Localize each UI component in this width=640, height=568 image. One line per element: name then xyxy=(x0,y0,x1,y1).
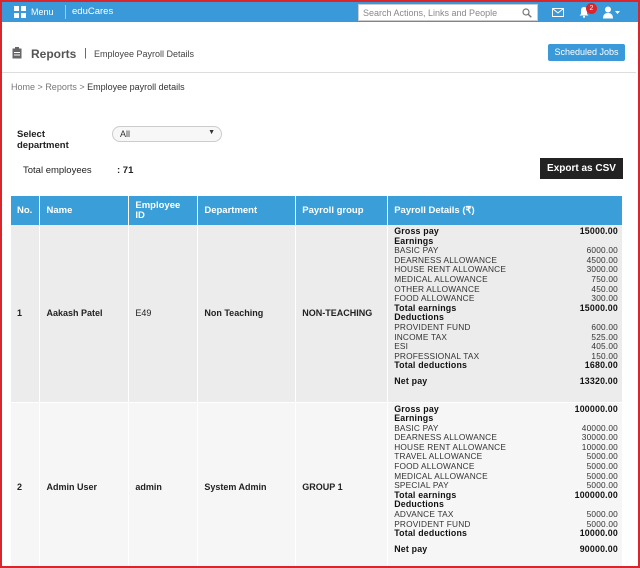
col-header-department[interactable]: Department xyxy=(197,196,297,225)
payroll-line-label: Total deductions xyxy=(394,360,468,371)
payroll-line-value: 13320.00 xyxy=(579,375,618,386)
cell-payroll-group: NON-TEACHING xyxy=(295,225,389,403)
col-header-name[interactable]: Name xyxy=(39,196,130,225)
title-separator: | xyxy=(84,47,87,59)
export-csv-button[interactable]: Export as CSV xyxy=(540,158,623,179)
label-line: Select xyxy=(17,129,45,140)
cell-employee-id: E49 xyxy=(128,225,199,403)
mail-icon[interactable] xyxy=(552,8,564,17)
payroll-line: Total deductions 1680.00 xyxy=(394,361,618,371)
payroll-line-label: Total deductions xyxy=(394,528,468,539)
cell-payroll-group: GROUP 1 xyxy=(295,402,389,568)
cell-payroll-details: Gross pay 15000.00 Earnings BASIC PAY 6000.0… xyxy=(387,225,623,403)
clipboard-icon xyxy=(12,47,22,59)
table-row: 1 Aakash Patel E49 Non Teaching NON-TEAC… xyxy=(11,225,623,403)
payroll-line-value: 100000.00 xyxy=(574,489,618,500)
breadcrumb-reports[interactable]: Reports xyxy=(45,82,77,92)
cell-name: Aakash Patel xyxy=(39,225,130,403)
brand-link[interactable]: eduCares xyxy=(72,6,113,17)
navbar-divider xyxy=(65,5,66,19)
breadcrumb-separator: > xyxy=(79,82,85,92)
department-select[interactable]: All ▼ xyxy=(112,126,222,142)
col-header-employee-id[interactable]: Employee ID xyxy=(128,196,199,225)
search-icon[interactable] xyxy=(522,8,532,18)
top-navbar: Menu eduCares Search Actions, Links and … xyxy=(2,2,638,22)
page-title: Reports xyxy=(31,47,77,61)
payroll-line: Net pay 90000.00 xyxy=(394,543,618,555)
payroll-line-value: 15000.00 xyxy=(579,226,618,236)
breadcrumb: Home > Reports > Employee payroll detail… xyxy=(11,82,185,92)
payroll-line-label: Net pay xyxy=(394,375,428,386)
header-line: ID xyxy=(135,209,145,221)
cell-name: Admin User xyxy=(39,402,130,568)
menu-label: Menu xyxy=(31,7,54,17)
payroll-line-value: 15000.00 xyxy=(579,302,618,313)
grid-icon xyxy=(14,6,26,18)
payroll-line-value: 90000.00 xyxy=(579,543,618,554)
cell-department: System Admin xyxy=(197,402,297,568)
payroll-line-label: Net pay xyxy=(394,543,428,554)
department-selected-value: All xyxy=(120,129,131,139)
label-line: department xyxy=(17,140,69,151)
caret-down-icon: ▼ xyxy=(208,129,215,136)
cell-employee-id: admin xyxy=(128,402,199,568)
department-filter-label: Select department xyxy=(17,129,69,151)
breadcrumb-current: Employee payroll details xyxy=(87,82,185,92)
scheduled-jobs-button[interactable]: Scheduled Jobs xyxy=(548,44,625,61)
col-header-payroll-details[interactable]: Payroll Details (₹) xyxy=(387,196,623,225)
header-divider xyxy=(2,72,636,73)
payroll-line: INCOME TAX 525.00 xyxy=(394,332,618,343)
payroll-line-value: 100000.00 xyxy=(574,403,618,414)
breadcrumb-home[interactable]: Home xyxy=(11,82,35,92)
payroll-table: No. Name Employee ID Department Payroll g… xyxy=(11,196,623,568)
page-subtitle: Employee Payroll Details xyxy=(94,49,195,59)
col-header-payroll-group[interactable]: Payroll group xyxy=(295,196,389,225)
col-header-no[interactable]: No. xyxy=(11,196,41,225)
user-icon[interactable] xyxy=(603,6,621,19)
cell-no: 1 xyxy=(11,225,41,403)
payroll-line: Total deductions 10000.00 xyxy=(394,529,618,539)
notification-badge: 2 xyxy=(586,3,597,14)
table-header-row: No. Name Employee ID Department Payroll g… xyxy=(11,196,623,225)
menu-button[interactable]: Menu xyxy=(14,4,54,20)
payroll-line-value: 10000.00 xyxy=(579,528,618,539)
breadcrumb-separator: > xyxy=(37,82,43,92)
table-row: 2 Admin User admin System Admin GROUP 1 … xyxy=(11,402,623,568)
header-line: Employee xyxy=(135,199,181,211)
payroll-line-value: 1680.00 xyxy=(584,360,618,371)
search-placeholder: Search Actions, Links and People xyxy=(363,8,498,18)
search-input[interactable]: Search Actions, Links and People xyxy=(358,4,538,21)
page-header: Reports | Employee Payroll Details Sched… xyxy=(2,38,636,72)
cell-payroll-details: Gross pay 100000.00 Earnings BASIC PAY 40000… xyxy=(387,402,623,568)
total-employees-label: Total employees xyxy=(23,165,92,176)
cell-no: 2 xyxy=(11,402,41,568)
payroll-line: Net pay 13320.00 xyxy=(394,375,618,387)
total-employees-value: : 71 xyxy=(117,165,134,176)
cell-department: Non Teaching xyxy=(197,225,297,403)
chevron-down-icon xyxy=(615,11,620,14)
